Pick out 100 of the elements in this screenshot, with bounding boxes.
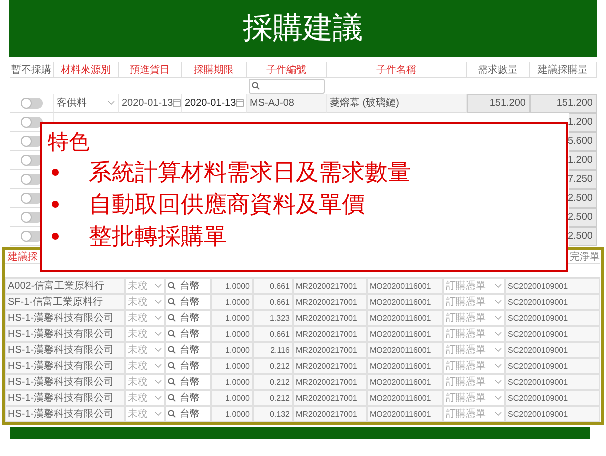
search-icon <box>168 410 176 418</box>
currency-field[interactable]: 台幣 <box>165 342 211 358</box>
quantity-field[interactable]: 2.500 <box>569 189 597 208</box>
quantity-field[interactable]: 5.600 <box>569 132 597 151</box>
toggle-switch[interactable] <box>20 192 42 204</box>
currency-field[interactable]: 台幣 <box>165 390 211 406</box>
column-header: 子件編號 <box>247 62 327 78</box>
table-cell: HS-1-漢馨科技有限公司 <box>5 342 125 358</box>
toggle-switch[interactable] <box>20 230 42 242</box>
table-cell: 1.0000 <box>211 358 253 374</box>
toggle-switch[interactable] <box>20 98 42 108</box>
table-cell: MO20200116001 <box>367 278 443 294</box>
table-cell: 1.0000 <box>211 310 253 326</box>
table-cell: MO20200116001 <box>367 406 443 422</box>
caret-icon <box>155 348 162 352</box>
table-cell: 1.0000 <box>211 390 253 406</box>
currency-field[interactable]: 台幣 <box>165 310 211 326</box>
table-cell: 1.0000 <box>211 278 253 294</box>
search-icon <box>168 314 176 322</box>
column-header: 建議採購量 <box>530 62 597 78</box>
caret-icon <box>108 101 115 105</box>
bullet-icon <box>52 200 59 208</box>
date-field[interactable]: 2020-01-13 <box>119 94 182 113</box>
quantity-field[interactable]: 2.500 <box>569 227 597 246</box>
toggle-switch[interactable] <box>20 116 42 128</box>
caret-icon <box>155 412 162 416</box>
quantity-field: 151.200 <box>467 94 530 113</box>
currency-field[interactable]: 台幣 <box>165 358 211 374</box>
currency-field[interactable]: 台幣 <box>165 326 211 342</box>
table-cell: MS-AJ-08 <box>247 94 327 113</box>
table-cell: SC20200109001 <box>505 406 600 422</box>
currency-field[interactable]: 台幣 <box>165 278 211 294</box>
dropdown[interactable]: 客供料 <box>54 94 119 113</box>
caret-icon <box>495 332 502 336</box>
table-cell: 0.212 <box>253 374 293 390</box>
bullet-text: 自動取回供應商資料及單價 <box>89 190 365 220</box>
table-cell: MO20200116001 <box>367 374 443 390</box>
search-icon <box>168 298 176 306</box>
table-cell: 1.0000 <box>211 342 253 358</box>
table-cell: 菱熔幕 (玻璃鏈) <box>327 94 467 113</box>
search-icon <box>168 346 176 354</box>
caret-icon <box>495 396 502 400</box>
table-cell: MO20200116001 <box>367 358 443 374</box>
quantity-field[interactable]: 151.200 <box>530 94 597 113</box>
search-icon <box>168 378 176 386</box>
caret-icon <box>495 316 502 320</box>
toggle-switch[interactable] <box>20 154 42 166</box>
quantity-field[interactable]: 1.200 <box>569 113 597 132</box>
search-field[interactable] <box>249 78 325 94</box>
quantity-field[interactable]: 1.200 <box>569 151 597 170</box>
search-icon <box>168 394 176 402</box>
quantity-field[interactable]: 2.500 <box>569 208 597 227</box>
table-cell: 0.661 <box>253 278 293 294</box>
table-cell: HS-1-漢馨科技有限公司 <box>5 310 125 326</box>
currency-field[interactable]: 台幣 <box>165 374 211 390</box>
date-field[interactable]: 2020-01-13 <box>182 94 247 113</box>
quantity-field[interactable]: 7.250 <box>569 170 597 189</box>
table-cell: SC20200109001 <box>505 390 600 406</box>
table-cell: HS-1-漢馨科技有限公司 <box>5 390 125 406</box>
table-cell: 0.212 <box>253 390 293 406</box>
table-cell: SC20200109001 <box>505 310 600 326</box>
bullet-icon <box>52 168 59 176</box>
table-cell: MO20200116001 <box>367 342 443 358</box>
toggle-switch[interactable] <box>20 174 42 184</box>
table-cell: 1.0000 <box>211 406 253 422</box>
bullet-text: 系統計算材料需求日及需求數量 <box>89 158 411 188</box>
table-cell: MO20200116001 <box>367 310 443 326</box>
table-cell: 0.212 <box>253 358 293 374</box>
table-cell: A002-信富工業原料行 <box>5 278 125 294</box>
table-cell: MR20200217001 <box>293 310 367 326</box>
table-cell: 1.0000 <box>211 294 253 310</box>
currency-field[interactable]: 台幣 <box>165 406 211 422</box>
table-cell: HS-1-漢馨科技有限公司 <box>5 326 125 342</box>
table-cell: MO20200116001 <box>367 294 443 310</box>
caret-icon <box>155 284 162 288</box>
table-cell: SC20200109001 <box>505 342 600 358</box>
caret-icon <box>155 364 162 368</box>
caret-icon <box>495 284 502 288</box>
table-cell: MR20200217001 <box>293 406 367 422</box>
table-cell: MR20200217001 <box>293 390 367 406</box>
table-cell: 0.661 <box>253 294 293 310</box>
table-cell: SC20200109001 <box>505 326 600 342</box>
caret-icon <box>495 412 502 416</box>
callout-title: 特色 <box>48 129 91 156</box>
table-cell: HS-1-漢馨科技有限公司 <box>5 374 125 390</box>
table-cell: MR20200217001 <box>293 326 367 342</box>
toggle-switch[interactable] <box>20 212 42 222</box>
table-cell: MO20200116001 <box>367 326 443 342</box>
caret-icon <box>495 300 502 304</box>
table-cell: 1.0000 <box>211 374 253 390</box>
table-cell: MR20200217001 <box>293 358 367 374</box>
table-cell: 1.323 <box>253 310 293 326</box>
currency-field[interactable]: 台幣 <box>165 294 211 310</box>
caret-icon <box>155 396 162 400</box>
column-header: 暫不採購 <box>10 62 54 78</box>
table-cell: 1.0000 <box>211 326 253 342</box>
column-header: 完淨單 <box>570 250 600 264</box>
toggle-switch[interactable] <box>20 136 42 146</box>
table-cell: SF-1-信富工業原料行 <box>5 294 125 310</box>
table-cell: MO20200116001 <box>367 390 443 406</box>
